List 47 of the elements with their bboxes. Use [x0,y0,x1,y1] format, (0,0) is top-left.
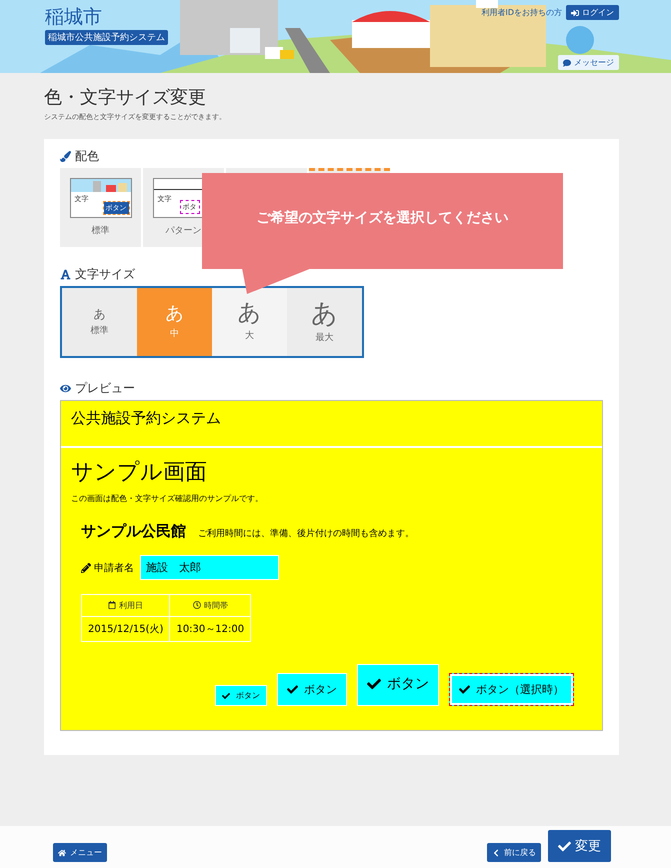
preview-heading: サンプル画面 [71,459,208,487]
font-size-option[interactable]: あ 最大 [287,288,362,356]
menu-button[interactable]: メニュー [53,843,107,862]
system-name: 稲城市公共施設予約システム [45,30,168,45]
section-label: 配色 [75,148,99,165]
input-field[interactable]: 施設 太郎 [140,555,279,580]
check-icon [367,677,381,691]
sample-button[interactable]: ボタン [277,673,347,706]
facility-note: ご利用時間には、準備、後片付けの時間も含めます。 [198,528,414,540]
message-button[interactable]: メッセージ [558,55,619,70]
eye-icon [60,383,71,394]
check-icon [558,840,571,852]
field-label: 申請者名 [94,562,134,574]
preview-description: この画面は配色・文字サイズ確認用のサンプルです。 [71,493,264,504]
font-size-option[interactable]: あ 標準 [62,288,137,356]
section-label: プレビュー [75,380,135,397]
submit-button[interactable]: 変更 [548,830,611,862]
facility-name: サンプル公民館 [81,522,186,541]
table-cell: 2015/12/15(火) [82,616,170,642]
table-cell: 10:30～12:00 [170,616,251,642]
pencil-icon [81,562,91,572]
home-icon [58,848,66,856]
sample-button[interactable]: ボタン [215,685,267,706]
page-title: 色・文字サイズ変更 [44,86,207,109]
sign-in-icon [571,8,579,16]
sample-button[interactable]: ボタン [357,664,439,706]
login-prompt: 利用者IDをお持ちの方 [481,7,562,18]
back-button[interactable]: 前に戻る [487,843,541,862]
section-label: 文字サイズ [75,266,135,283]
column-header: 利用日 [119,600,144,611]
city-name: 稲城市 [45,5,102,30]
font-size-option[interactable]: あ 大 [212,288,287,356]
clock-icon [192,601,201,610]
login-button[interactable]: ログイン [566,5,619,20]
font-icon [60,269,71,280]
preview-system-title: 公共施設予約システム [71,409,221,427]
chevron-left-icon [492,848,500,856]
speech-bubble-icon [563,58,571,66]
check-icon [287,684,298,695]
column-header: 時間帯 [204,600,228,611]
paint-brush-icon [60,151,71,162]
calendar-icon [108,601,116,610]
tooltip: ご希望の文字サイズを選択してください [202,173,563,294]
tooltip-tail [242,268,312,294]
check-icon [222,692,230,700]
check-icon [459,684,470,695]
sample-button[interactable]: ボタン（選択時） [449,673,574,706]
